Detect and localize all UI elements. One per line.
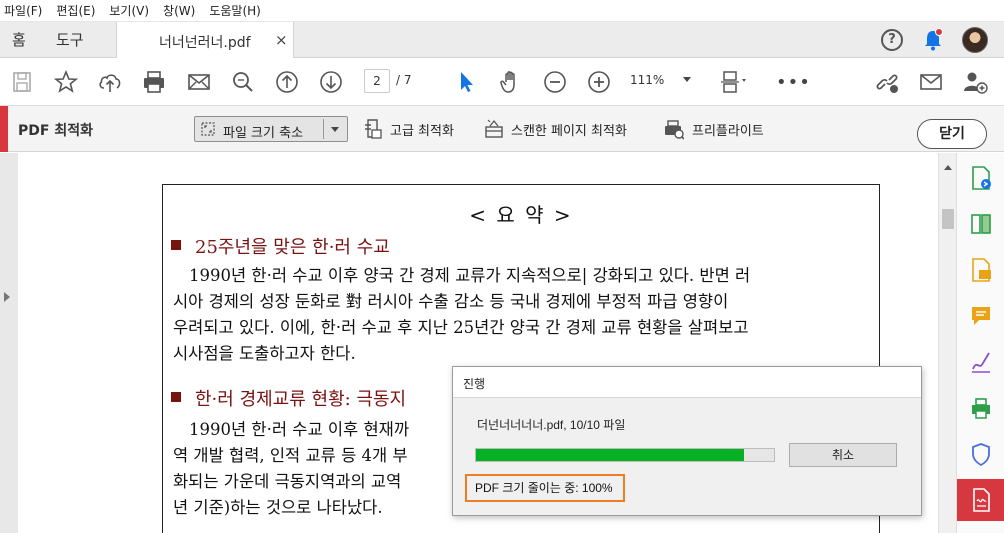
print-icon[interactable] (140, 68, 168, 96)
more-options-icon[interactable]: ••• (776, 72, 811, 93)
progress-dialog: 진행 더넌너너너너.pdf, 10/10 파일 취소 PDF 크기 줄이는 중:… (452, 366, 922, 516)
optimize-pdf-bar: PDF 최적화 파일 크기 축소 고급 최적화 스캔한 페이지 최적화 프리플라… (0, 106, 1004, 152)
button-divider (323, 119, 324, 139)
select-pointer-icon[interactable] (452, 68, 480, 96)
comment-pdf-icon[interactable] (969, 257, 993, 283)
tab-document-title: 너너넌러너.pdf (159, 35, 251, 51)
page-display-icon[interactable] (718, 68, 746, 96)
dialog-body: 더넌너너너너.pdf, 10/10 파일 취소 PDF 크기 줄이는 중: 10… (453, 397, 921, 515)
main-toolbar: 2 / 7 111% ••• (0, 58, 1004, 106)
expand-left-panel-icon[interactable] (4, 292, 10, 302)
dialog-caption: 진행 (463, 377, 486, 391)
optimize-title: PDF 최적화 (18, 123, 93, 139)
zoom-in-icon[interactable] (585, 68, 613, 96)
search-icon[interactable] (229, 68, 257, 96)
menu-view[interactable]: 보기(V) (109, 2, 149, 19)
file-progress-text: 더넌너너너너.pdf, 10/10 파일 (477, 418, 626, 432)
close-tab-icon[interactable]: × (275, 31, 288, 49)
bullet-square-icon (171, 240, 181, 250)
organize-pages-icon[interactable] (969, 211, 993, 237)
advanced-optimize-icon (365, 119, 382, 139)
menu-bar: 파일(F) 편집(E) 보기(V) 창(W) 도움말(H) (0, 0, 1004, 22)
scroll-up-icon[interactable] (944, 165, 952, 170)
reduce-file-size-label: 파일 크기 축소 (223, 126, 304, 141)
scan-optimize-icon (485, 119, 503, 138)
preflight-button[interactable]: 프리플라이트 (692, 120, 764, 139)
link-share-icon[interactable] (873, 68, 901, 96)
save-icon[interactable] (8, 68, 36, 96)
close-tool-button[interactable]: 닫기 (917, 119, 987, 149)
optimize-pdf-icon (973, 488, 990, 512)
export-pdf-icon[interactable] (969, 165, 993, 191)
previous-page-icon[interactable] (273, 68, 301, 96)
cancel-button[interactable]: 취소 (789, 443, 897, 467)
optimize-scanned-page-button[interactable]: 스캔한 페이지 최적화 (511, 120, 627, 139)
tab-document[interactable]: 너너넌러너.pdf × (116, 22, 294, 59)
hand-tool-icon[interactable] (497, 68, 525, 96)
scrollbar-thumb[interactable] (942, 209, 954, 229)
section-heading-1: 25주년을 맞은 한·러 수교 (171, 233, 390, 259)
page-total: / 7 (396, 73, 412, 87)
tool-accent-stripe (0, 106, 8, 152)
advanced-optimize-button[interactable]: 고급 최적화 (390, 120, 454, 139)
tab-bar: 홈 도구 너너넌러너.pdf × (0, 22, 1004, 59)
section-heading-2: 한·러 경제교류 현황: 극동지 (171, 385, 406, 411)
chevron-down-icon[interactable] (331, 127, 339, 132)
progress-bar-fill (476, 449, 745, 461)
add-user-icon[interactable] (961, 68, 989, 96)
reduce-size-icon (201, 122, 215, 136)
preflight-icon (665, 120, 684, 140)
bell-icon[interactable] (922, 28, 944, 52)
zoom-dropdown-icon[interactable] (683, 77, 691, 82)
zoom-level[interactable]: 111% (630, 73, 664, 87)
tab-home[interactable]: 홈 (12, 22, 26, 58)
help-icon[interactable]: ? (881, 29, 903, 51)
zoom-out-icon[interactable] (541, 68, 569, 96)
upload-cloud-icon[interactable] (96, 68, 124, 96)
avatar[interactable] (962, 27, 988, 53)
right-tools-rail (956, 153, 1004, 533)
mail-icon[interactable] (185, 68, 213, 96)
print-production-icon[interactable] (969, 395, 993, 421)
vertical-scrollbar[interactable] (938, 153, 956, 533)
reduce-file-size-button[interactable]: 파일 크기 축소 (194, 116, 348, 142)
protect-shield-icon[interactable] (969, 441, 993, 467)
menu-edit[interactable]: 편집(E) (56, 2, 95, 19)
section-paragraph-1: 1990년 한·러 수교 이후 양국 간 경제 교류가 지속적으로| 강화되고 … (173, 266, 751, 363)
menu-help[interactable]: 도움말(H) (209, 2, 261, 19)
optimize-pdf-tool-active[interactable] (957, 479, 1004, 521)
next-page-icon[interactable] (317, 68, 345, 96)
tab-tools[interactable]: 도구 (56, 22, 84, 58)
progress-bar (475, 448, 775, 462)
bullet-square-icon (171, 392, 181, 402)
fill-sign-icon[interactable] (969, 349, 993, 375)
page-title: < 요 약 > (469, 203, 573, 227)
menu-window[interactable]: 창(W) (163, 2, 195, 19)
send-mail-icon[interactable] (917, 68, 945, 96)
star-icon[interactable] (52, 68, 80, 96)
page-number-input[interactable]: 2 (364, 69, 390, 93)
reduce-status-text: PDF 크기 줄이는 중: 100% (465, 474, 625, 502)
comment-icon[interactable] (969, 303, 993, 329)
menu-file[interactable]: 파일(F) (4, 2, 42, 19)
